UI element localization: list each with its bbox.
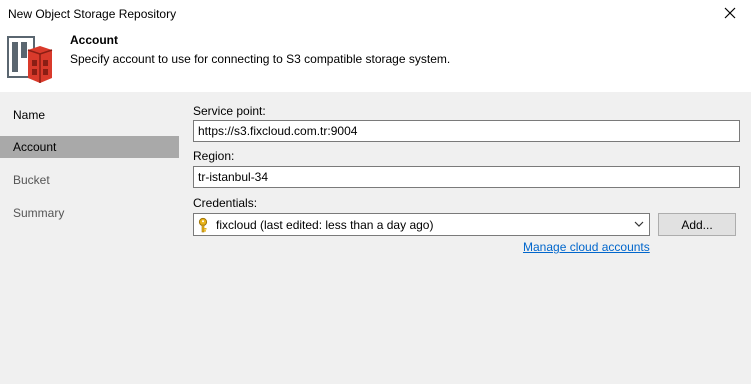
service-point-label: Service point:: [193, 104, 266, 118]
close-icon[interactable]: [721, 4, 739, 22]
sidebar-item-account[interactable]: Account: [0, 136, 179, 158]
wizard-header: Account Specify account to use for conne…: [0, 28, 751, 92]
account-form: Service point: Region: Credentials: fixc…: [181, 94, 751, 384]
credentials-selected-value: fixcloud (last edited: less than a day a…: [216, 217, 434, 232]
chevron-down-icon[interactable]: [633, 218, 645, 230]
region-label: Region:: [193, 149, 235, 163]
object-storage-logo-icon: [6, 34, 56, 86]
title-bar: New Object Storage Repository: [0, 0, 751, 28]
region-input[interactable]: [193, 166, 740, 188]
add-credentials-button[interactable]: Add...: [658, 213, 736, 236]
credentials-label: Credentials:: [193, 196, 258, 210]
wizard-steps-sidebar: Name Account Bucket Summary: [0, 94, 180, 384]
service-point-input[interactable]: [193, 120, 740, 142]
step-title: Account: [70, 33, 118, 47]
step-description: Specify account to use for connecting to…: [70, 52, 451, 66]
window-title: New Object Storage Repository: [8, 7, 177, 21]
sidebar-item-bucket[interactable]: Bucket: [0, 169, 179, 191]
manage-cloud-accounts-link[interactable]: Manage cloud accounts: [523, 240, 650, 254]
credentials-dropdown[interactable]: fixcloud (last edited: less than a day a…: [193, 213, 650, 236]
sidebar-item-summary[interactable]: Summary: [0, 202, 179, 224]
sidebar-item-name[interactable]: Name: [0, 104, 179, 126]
key-icon: [197, 217, 213, 233]
